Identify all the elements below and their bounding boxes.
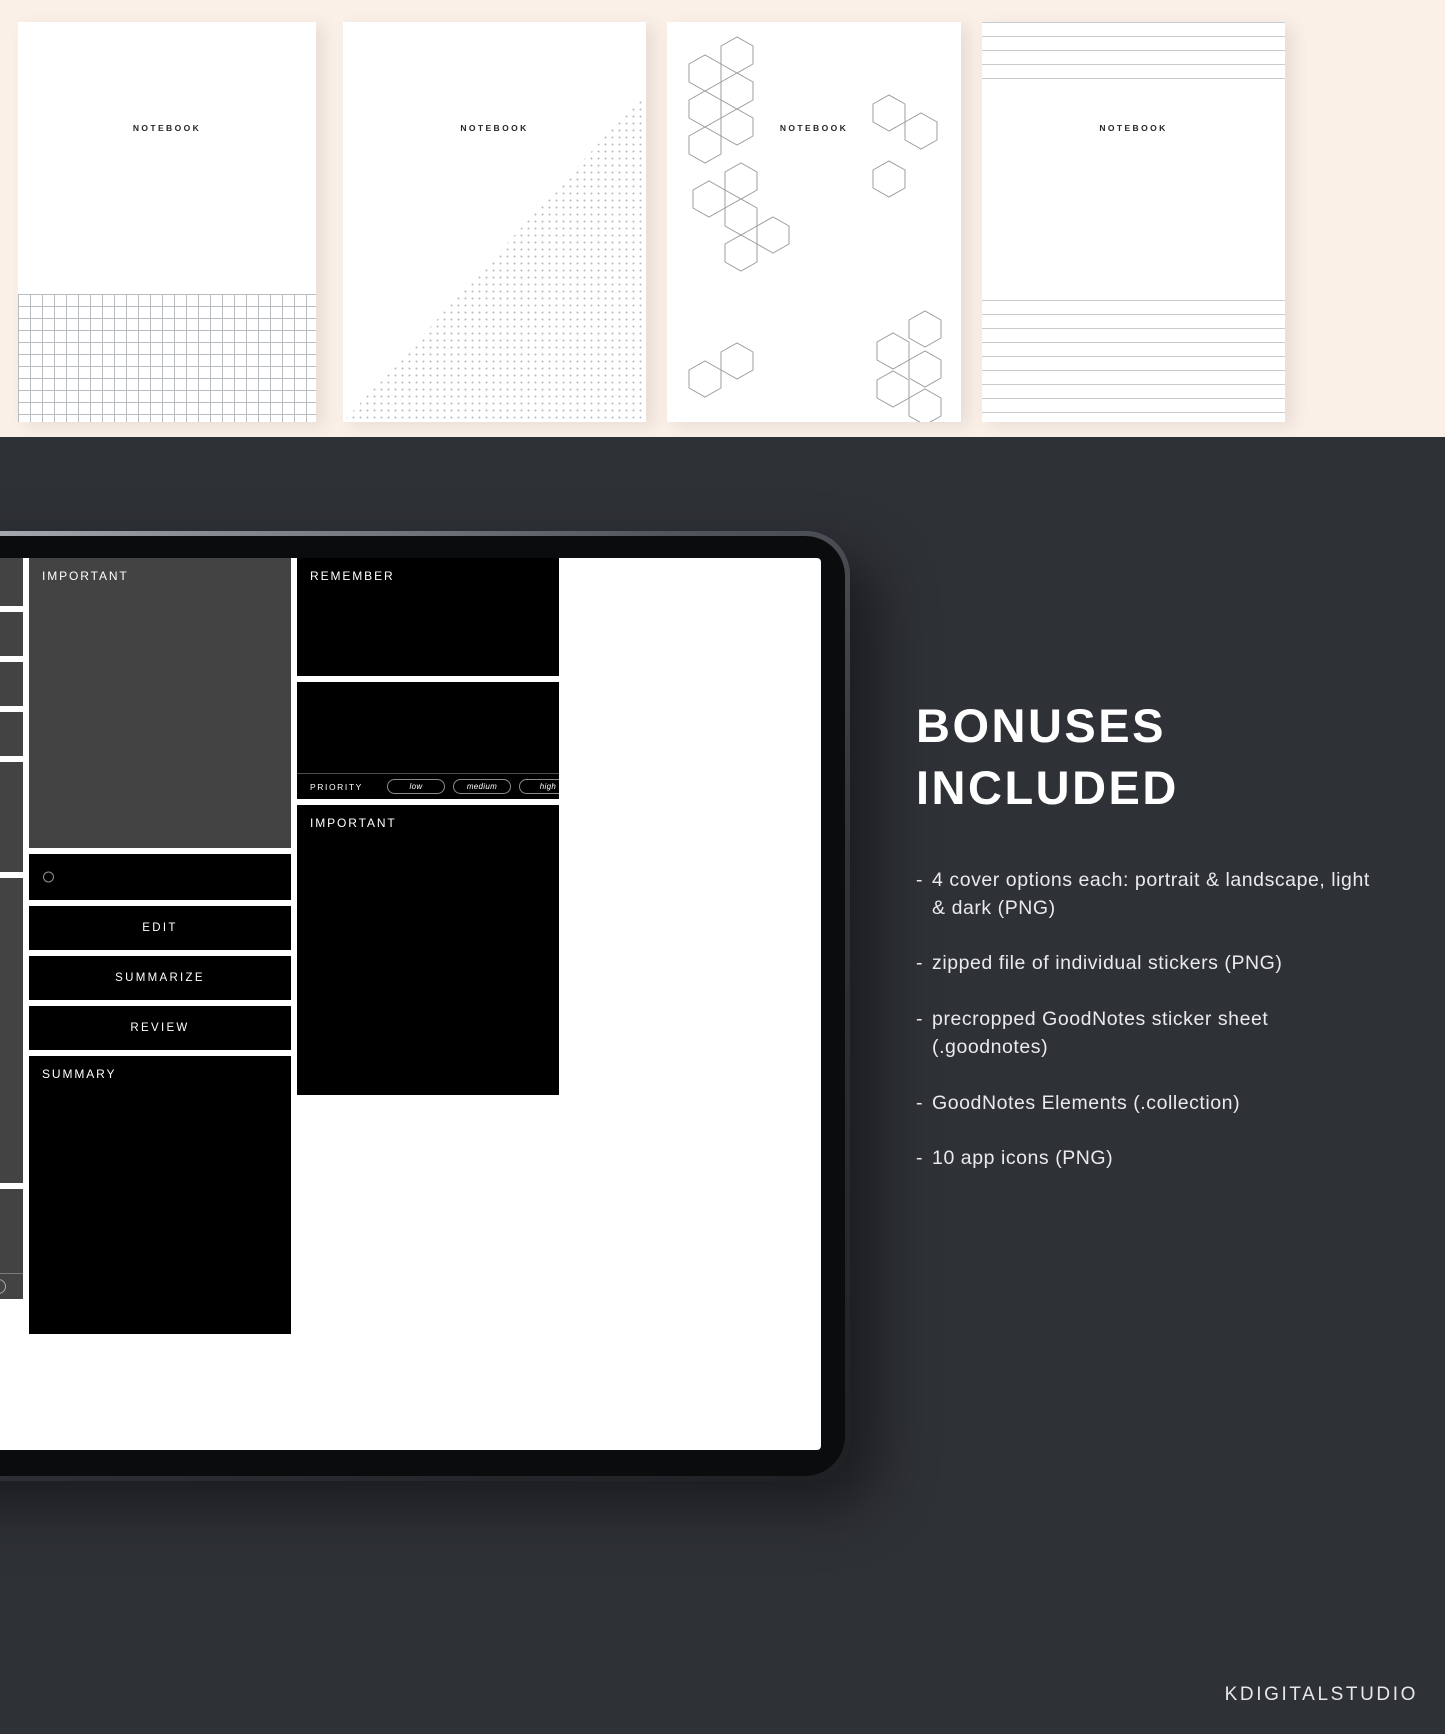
right-priority-card[interactable]: PRIORITY low medium high xyxy=(297,682,577,799)
mid-edit-button[interactable]: EDIT xyxy=(29,906,291,950)
bonus-item-text: precropped GoodNotes sticker sheet (.goo… xyxy=(932,1008,1269,1058)
right-priority-row: PRIORITY low medium high xyxy=(297,773,577,799)
right-priority-pill-low[interactable]: low xyxy=(386,779,445,794)
cover-title: NOTEBOOK xyxy=(132,123,202,133)
mid-template-panel: IMPORTANT EDIT SUMMARIZE REVIEW SUMMARY xyxy=(29,558,291,1450)
bullet-dash: - xyxy=(916,1008,924,1031)
bullet-dash: - xyxy=(916,952,924,975)
right-priority-pill-high[interactable]: high xyxy=(518,779,577,794)
watermark: KDIGITALSTUDIO xyxy=(1224,1684,1418,1705)
list-item: - zipped file of individual stickers (PN… xyxy=(916,950,1386,978)
ruled-lines-top xyxy=(982,22,1285,84)
right-remember-card[interactable]: REMEMBER xyxy=(297,558,559,676)
bonuses-heading: BONUSES INCLUDED xyxy=(916,695,1386,819)
page-root: NOTEBOOK NOTEBOOK NOTEBOOK NOTEBOOK IMPO… xyxy=(0,0,1445,1734)
bonuses-heading-line-1: BONUSES xyxy=(916,699,1166,752)
tablet-bezel: EDIT SUMMARIZE REVIEW EMBER MARY ITY xyxy=(0,536,845,1476)
right-template-panel: REMEMBER PRIORITY low medium high IMPORT xyxy=(297,558,577,1450)
radio-circle-icon[interactable] xyxy=(43,871,54,883)
notebook-cover-ruled[interactable]: NOTEBOOK xyxy=(982,22,1285,422)
ruled-lines-bottom xyxy=(982,300,1285,422)
mid-summary-label: SUMMARY xyxy=(42,1067,117,1081)
left-review-button[interactable]: REVIEW xyxy=(0,712,23,756)
mid-important-label: IMPORTANT xyxy=(42,569,129,583)
cover-title: NOTEBOOK xyxy=(460,123,529,133)
bonus-item-text: 4 cover options each: portrait & landsca… xyxy=(932,869,1370,919)
tablet-screen: EDIT SUMMARIZE REVIEW EMBER MARY ITY xyxy=(0,558,821,1450)
left-edit-button[interactable]: EDIT xyxy=(0,612,23,656)
notebook-cover-grid[interactable]: NOTEBOOK xyxy=(18,22,316,422)
list-item: - GoodNotes Elements (.collection) xyxy=(916,1090,1386,1118)
left-remember-card[interactable]: EMBER xyxy=(0,762,23,872)
mid-review-button[interactable]: REVIEW xyxy=(29,1006,291,1050)
bonus-item-text: GoodNotes Elements (.collection) xyxy=(932,1091,1241,1114)
notebook-covers-band: NOTEBOOK NOTEBOOK NOTEBOOK NOTEBOOK xyxy=(0,0,1445,437)
tablet-device: EDIT SUMMARIZE REVIEW EMBER MARY ITY xyxy=(0,531,850,1481)
cover-title: NOTEBOOK xyxy=(1099,123,1168,133)
dotted-diagonal-pattern xyxy=(343,92,646,422)
left-blank-card[interactable] xyxy=(0,558,23,606)
bonuses-block: BONUSES INCLUDED - 4 cover options each:… xyxy=(916,695,1386,1201)
left-priority-row: ITY low medium high xyxy=(0,1273,23,1299)
dark-stage: EDIT SUMMARIZE REVIEW EMBER MARY ITY xyxy=(0,437,1445,1734)
left-template-panel: EDIT SUMMARIZE REVIEW EMBER MARY ITY xyxy=(0,558,23,1450)
right-important-card[interactable]: IMPORTANT xyxy=(297,805,559,1095)
mid-summary-card[interactable]: SUMMARY xyxy=(29,1056,291,1334)
right-remember-label: REMEMBER xyxy=(310,569,395,583)
bonuses-list: - 4 cover options each: portrait & lands… xyxy=(916,867,1386,1173)
left-priority-card[interactable]: ITY low medium high xyxy=(0,1189,23,1299)
list-item: - 10 app icons (PNG) xyxy=(916,1145,1386,1173)
mid-radio-card[interactable] xyxy=(29,854,291,900)
left-summary-card[interactable]: MARY xyxy=(0,878,23,1183)
right-important-label: IMPORTANT xyxy=(310,816,397,830)
bullet-dash: - xyxy=(916,1147,924,1170)
cover-title: NOTEBOOK xyxy=(779,123,849,133)
bonus-item-text: zipped file of individual stickers (PNG) xyxy=(932,952,1283,975)
mid-important-card[interactable]: IMPORTANT xyxy=(29,558,291,848)
right-priority-label: PRIORITY xyxy=(310,781,363,792)
bullet-dash: - xyxy=(916,869,924,892)
left-priority-pill-high[interactable]: high xyxy=(0,1279,7,1294)
right-priority-pill-medium[interactable]: medium xyxy=(452,779,511,794)
notebook-cover-hexagons[interactable]: NOTEBOOK xyxy=(667,22,961,422)
notebook-cover-dots[interactable]: NOTEBOOK xyxy=(343,22,646,422)
left-summarize-button[interactable]: SUMMARIZE xyxy=(0,662,23,706)
mid-summarize-button[interactable]: SUMMARIZE xyxy=(29,956,291,1000)
hexagon-pattern xyxy=(688,36,942,422)
bonuses-heading-line-2: INCLUDED xyxy=(916,761,1179,815)
list-item: - precropped GoodNotes sticker sheet (.g… xyxy=(916,1006,1386,1061)
grid-pattern xyxy=(18,294,316,422)
bonus-item-text: 10 app icons (PNG) xyxy=(932,1147,1114,1170)
bullet-dash: - xyxy=(916,1091,924,1114)
list-item: - 4 cover options each: portrait & lands… xyxy=(916,867,1386,922)
